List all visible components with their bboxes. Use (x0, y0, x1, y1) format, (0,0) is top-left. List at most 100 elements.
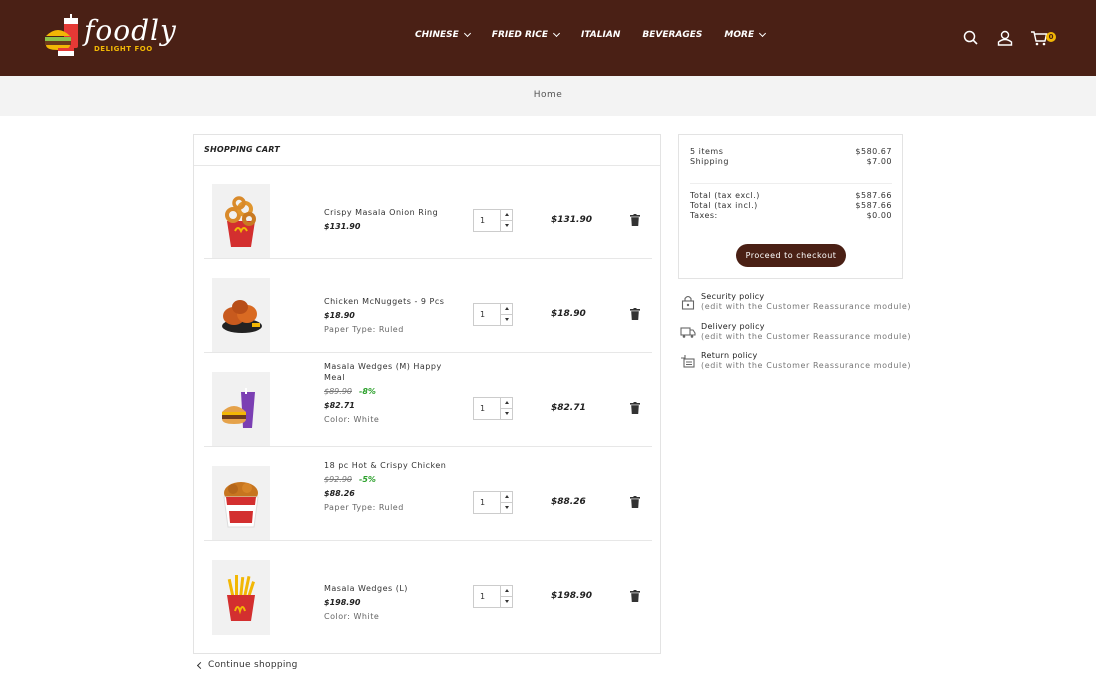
cart-item: 18 pc Hot & Crispy Chicken $92.90 -5% $8… (204, 447, 652, 541)
nav-label: FRIED RICE (491, 30, 549, 40)
summary-value: $7.00 (866, 157, 892, 166)
summary-shipping-row: Shipping $7.00 (690, 157, 892, 166)
arrow-down-icon (504, 318, 509, 322)
summary-value: $587.66 (855, 201, 892, 210)
search-icon[interactable] (962, 29, 980, 47)
reassurance-delivery: Delivery policy (edit with the Customer … (678, 322, 910, 346)
nav-chinese[interactable]: CHINESE (415, 29, 471, 40)
qty-decrease-button[interactable] (501, 597, 512, 607)
nav-more[interactable]: MORE (724, 29, 767, 40)
qty-increase-button[interactable] (501, 586, 512, 597)
arrow-up-icon (504, 401, 509, 405)
reassurance-subtitle: (edit with the Customer Reassurance modu… (701, 361, 912, 370)
cart-count-badge: 0 (1046, 32, 1056, 42)
qty-increase-button[interactable] (501, 492, 512, 503)
product-name[interactable]: Crispy Masala Onion Ring (324, 207, 454, 218)
product-price: $82.71 (324, 401, 355, 410)
quantity-input[interactable]: 1 (474, 586, 502, 607)
arrow-up-icon (504, 495, 509, 499)
reassurance-title: Return policy (701, 351, 758, 360)
shopping-cart-panel: SHOPPING CART Crispy Masala Onion Ring $… (193, 134, 661, 654)
trash-icon[interactable] (630, 402, 640, 414)
quantity-stepper[interactable]: 1 (473, 491, 513, 514)
reassurance-title: Security policy (701, 292, 765, 301)
qty-decrease-button[interactable] (501, 221, 512, 231)
fries-icon (227, 574, 255, 621)
logo-mark-icon (45, 14, 78, 56)
product-image-onion-rings[interactable] (212, 184, 270, 259)
quantity-input[interactable]: 1 (474, 398, 502, 419)
qty-increase-button[interactable] (501, 304, 512, 315)
qty-decrease-button[interactable] (501, 315, 512, 325)
product-image-chicken-bucket[interactable] (212, 466, 270, 541)
cart-title: SHOPPING CART (204, 145, 280, 154)
trash-icon[interactable] (630, 214, 640, 226)
product-image-chicken[interactable] (212, 278, 270, 353)
continue-shopping-link[interactable]: Continue shopping (196, 660, 298, 670)
summary-total-excl-row: Total (tax excl.) $587.66 (690, 191, 892, 200)
user-icon[interactable] (996, 29, 1014, 47)
nav-fried-rice[interactable]: FRIED RICE (491, 29, 561, 40)
summary-label: Total (tax excl.) (690, 191, 760, 200)
arrow-up-icon (504, 307, 509, 311)
cart-summary: 5 items $580.67 Shipping $7.00 Total (tax … (678, 134, 903, 279)
qty-increase-button[interactable] (501, 398, 512, 409)
arrow-down-icon (504, 506, 509, 510)
reassurance-subtitle: (edit with the Customer Reassurance modu… (701, 302, 912, 311)
chevron-down-icon (552, 29, 561, 38)
product-name[interactable]: Chicken McNuggets - 9 Pcs (324, 296, 454, 307)
product-price: $198.90 (324, 598, 361, 607)
qty-decrease-button[interactable] (501, 503, 512, 513)
line-total: $82.71 (551, 403, 586, 413)
quantity-stepper[interactable]: 1 (473, 303, 513, 326)
proceed-to-checkout-button[interactable]: Proceed to checkout (736, 244, 846, 267)
qty-increase-button[interactable] (501, 210, 512, 221)
summary-items-row: 5 items $580.67 (690, 147, 892, 156)
nav-label: ITALIAN (581, 30, 621, 40)
cart-item: Masala Wedges (M) Happy Meal $89.90 -8% … (204, 353, 652, 447)
arrow-up-icon (504, 213, 509, 217)
nav-beverages[interactable]: BEVERAGES (642, 30, 702, 40)
chicken-bucket-icon (223, 481, 259, 527)
breadcrumb-home[interactable]: Home (0, 90, 1096, 100)
summary-total-incl-row: Total (tax incl.) $587.66 (690, 201, 892, 210)
divider (690, 183, 892, 184)
chevron-down-icon (463, 29, 471, 38)
quantity-stepper[interactable]: 1 (473, 209, 513, 232)
line-total: $18.90 (551, 309, 586, 319)
burger-meal-icon (222, 387, 255, 428)
qty-decrease-button[interactable] (501, 409, 512, 419)
product-image-fries[interactable] (212, 560, 270, 635)
quantity-stepper[interactable]: 1 (473, 397, 513, 420)
quantity-stepper[interactable]: 1 (473, 585, 513, 608)
product-name[interactable]: Masala Wedges (M) Happy Meal (324, 361, 454, 383)
return-icon (681, 355, 695, 368)
product-price: $131.90 (324, 222, 361, 231)
logo-tagline: DELIGHT FOO (94, 45, 153, 53)
summary-value: $0.00 (866, 211, 892, 220)
quantity-input[interactable]: 1 (474, 492, 502, 513)
regular-price: $92.90 (324, 475, 352, 484)
summary-label: Shipping (690, 157, 729, 166)
cart-item: Masala Wedges (L) $198.90 Color: White 1… (204, 541, 652, 635)
quantity-input[interactable]: 1 (474, 304, 502, 325)
arrow-up-icon (504, 589, 509, 593)
product-attribute: Paper Type: Ruled (324, 325, 404, 334)
logo-text: foodly (84, 14, 177, 47)
product-name[interactable]: 18 pc Hot & Crispy Chicken (324, 460, 454, 471)
chicken-icon (222, 299, 262, 333)
trash-icon[interactable] (630, 308, 640, 320)
summary-label: Total (tax incl.) (690, 201, 758, 210)
nav-italian[interactable]: ITALIAN (581, 30, 620, 40)
summary-value: $580.67 (855, 147, 892, 156)
breadcrumb: Home (0, 76, 1096, 116)
product-name[interactable]: Masala Wedges (L) (324, 583, 454, 594)
quantity-input[interactable]: 1 (474, 210, 502, 231)
arrow-down-icon (504, 600, 509, 604)
arrow-down-icon (504, 224, 509, 228)
product-image-burger-meal[interactable] (212, 372, 270, 447)
trash-icon[interactable] (630, 496, 640, 508)
trash-icon[interactable] (630, 590, 640, 602)
summary-label: 5 items (690, 147, 724, 156)
nav-label: MORE (724, 30, 755, 40)
